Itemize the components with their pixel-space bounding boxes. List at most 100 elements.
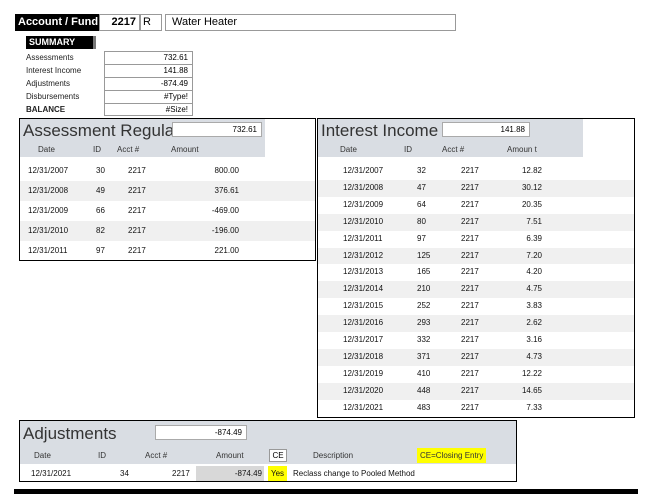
closing-entry-legend: CE=Closing Entry [417, 448, 487, 463]
table-row[interactable]: 12/31/2008 47 2217 30.12 [318, 179, 634, 197]
cell-id: 165 [417, 267, 431, 277]
column-header-id: ID [93, 145, 101, 154]
cell-id: 32 [417, 166, 426, 175]
adjustments-total-field[interactable]: -874.49 [155, 425, 247, 440]
table-row[interactable]: 12/31/2021 34 2217 -874.49 Yes Reclass c… [20, 466, 516, 481]
table-row[interactable]: 12/31/2007 30 2217 800.00 [20, 161, 315, 181]
cell-acct: 2217 [461, 335, 479, 344]
cell-amount: 20.35 [521, 199, 542, 209]
cell-date: 12/31/2010 [343, 216, 384, 226]
cell-acct: 2217 [461, 318, 479, 328]
cell-acct: 2217 [128, 206, 146, 215]
cell-description: Reclass change to Pooled Method [293, 469, 415, 478]
cell-acct: 2217 [461, 368, 479, 378]
summary-value: #Type! [104, 90, 193, 103]
summary-label: Adjustments [26, 79, 71, 88]
column-header-id: ID [98, 451, 106, 460]
cell-amount: -196.00 [211, 226, 239, 235]
column-header-ce: CE [269, 449, 287, 462]
cell-date: 12/31/2015 [343, 301, 384, 311]
summary-row-interest: Interest Income 141.88 [26, 64, 193, 77]
table-row[interactable]: 12/31/2010 82 2217 -196.00 [20, 221, 315, 241]
table-row[interactable]: 12/31/2009 64 2217 20.35 [318, 197, 634, 214]
cell-id: 483 [417, 402, 431, 412]
table-row[interactable]: 12/31/2010 80 2217 7.51 [318, 213, 634, 231]
table-row[interactable]: 12/31/2014 210 2217 4.75 [318, 281, 634, 299]
cell-date: 12/31/2012 [343, 250, 384, 260]
panel-header: Interest Income 141.88 [318, 119, 583, 143]
cell-amount: 12.82 [521, 166, 542, 175]
table-row[interactable]: 12/31/2009 66 2217 -469.00 [20, 201, 315, 221]
cell-acct: 2217 [172, 469, 190, 478]
cell-acct: 2217 [461, 385, 479, 395]
summary-label: Assessments [26, 53, 74, 62]
summary-label: Disbursements [26, 92, 80, 101]
account-name-field[interactable]: Water Heater [165, 14, 456, 31]
cell-acct: 2217 [461, 182, 479, 192]
table-row[interactable]: 12/31/2013 165 2217 4.20 [318, 264, 634, 281]
table-row[interactable]: 12/31/2020 448 2217 14.65 [318, 382, 634, 400]
cell-acct: 2217 [128, 226, 146, 235]
assessment-total-field[interactable]: 732.61 [172, 122, 262, 137]
cell-date: 12/31/2008 [343, 182, 384, 192]
cell-id: 34 [120, 469, 129, 478]
cell-amount: 7.51 [526, 216, 542, 226]
panel-title: Assessment Regular [23, 121, 180, 140]
column-headers: Date ID Acct # Amount CE Description CE=… [20, 447, 516, 464]
account-code-field[interactable]: R [140, 14, 162, 31]
bottom-divider [14, 489, 638, 494]
column-header-acct: Acct # [145, 451, 168, 460]
cell-acct: 2217 [461, 301, 479, 311]
cell-acct: 2217 [461, 199, 479, 209]
summary-row-adjustments: Adjustments -874.49 [26, 77, 193, 90]
cell-amount: -874.49 [196, 466, 264, 481]
cell-amount: 6.39 [526, 233, 542, 243]
cell-id: 66 [96, 206, 105, 215]
cell-date: 12/31/2018 [343, 351, 384, 361]
cell-id: 97 [417, 233, 426, 243]
cell-amount: 800.00 [214, 166, 239, 175]
cell-id: 410 [417, 368, 431, 378]
column-header-id: ID [404, 145, 412, 154]
column-header-description: Description [313, 451, 354, 460]
cell-amount: 7.33 [526, 402, 542, 412]
summary-value: -874.49 [104, 77, 193, 90]
account-number-field[interactable]: 2217 [99, 14, 140, 31]
cell-date: 12/31/2016 [343, 318, 384, 328]
table-row[interactable]: 12/31/2021 483 2217 7.33 [318, 400, 634, 417]
cell-date: 12/31/2021 [343, 402, 384, 412]
cell-amount: 30.12 [521, 182, 542, 192]
panel-title: Interest Income [321, 121, 439, 140]
cell-id: 332 [417, 335, 431, 344]
table-row[interactable]: 12/31/2011 97 2217 6.39 [318, 231, 634, 248]
cell-date: 12/31/2013 [343, 267, 384, 277]
column-headers: Date ID Acct # Amoun t [318, 143, 583, 157]
table-row[interactable]: 12/31/2019 410 2217 12.22 [318, 366, 634, 383]
cell-acct: 2217 [128, 166, 146, 175]
cell-date: 12/31/2011 [343, 233, 383, 243]
table-row[interactable]: 12/31/2016 293 2217 2.62 [318, 315, 634, 332]
cell-date: 12/31/2011 [28, 246, 68, 255]
cell-amount: 4.20 [526, 267, 542, 277]
cell-date: 12/31/2021 [31, 469, 72, 478]
account-fund-label: Account / Fund [15, 14, 99, 31]
cell-amount: 3.83 [526, 301, 542, 311]
cell-id: 80 [417, 216, 426, 226]
cell-id: 64 [417, 199, 426, 209]
table-row[interactable]: 12/31/2008 49 2217 376.61 [20, 181, 315, 201]
column-header-amount: Amount [171, 145, 199, 154]
table-row[interactable]: 12/31/2011 97 2217 221.00 [20, 241, 315, 261]
cell-acct: 2217 [461, 166, 479, 175]
table-row[interactable]: 12/31/2012 125 2217 7.20 [318, 247, 634, 265]
panel-header: Adjustments -874.49 [20, 421, 516, 447]
table-row[interactable]: 12/31/2015 252 2217 3.83 [318, 298, 634, 315]
interest-total-field[interactable]: 141.88 [442, 122, 530, 137]
table-row[interactable]: 12/31/2017 332 2217 3.16 [318, 332, 634, 349]
cell-id: 371 [417, 351, 431, 361]
cell-id: 97 [96, 246, 105, 255]
summary-label: Interest Income [26, 66, 82, 75]
table-row[interactable]: 12/31/2007 32 2217 12.82 [318, 163, 634, 180]
cell-ce[interactable]: Yes [268, 466, 287, 481]
table-row[interactable]: 12/31/2018 371 2217 4.73 [318, 348, 634, 366]
column-header-date: Date [34, 451, 51, 460]
